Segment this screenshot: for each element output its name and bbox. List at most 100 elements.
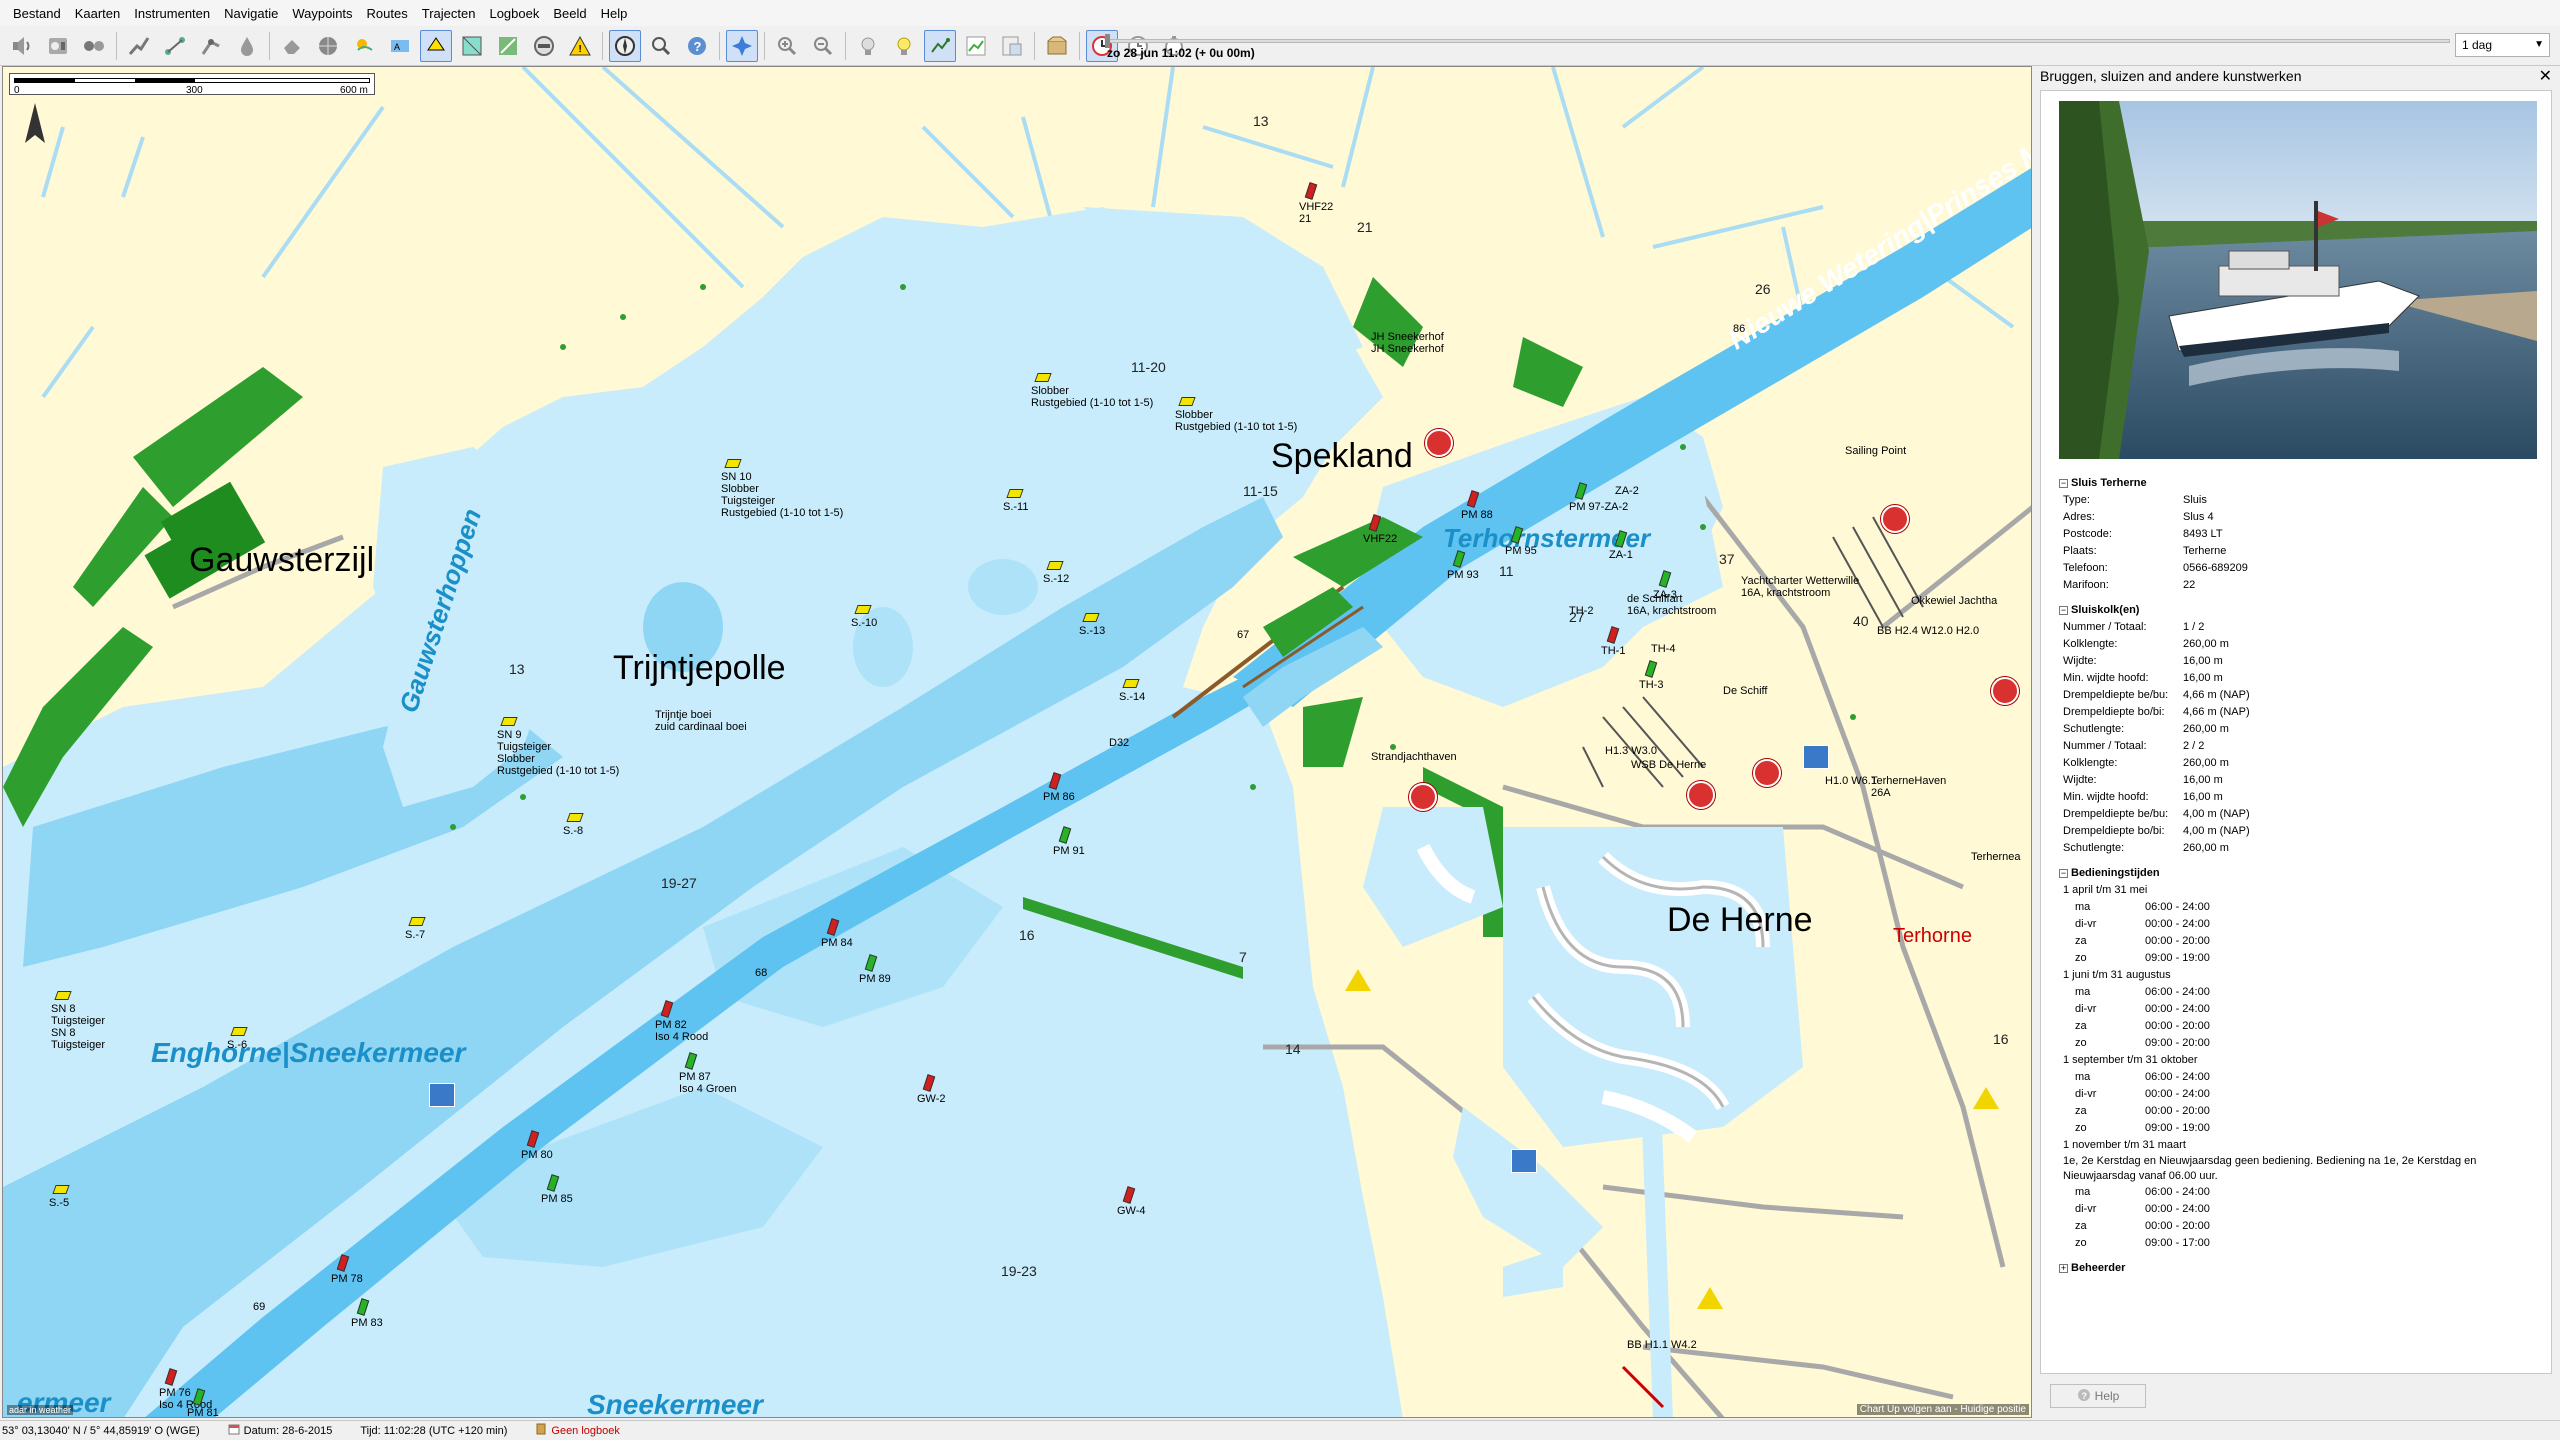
schedule-time: 06:00 - 24:00 bbox=[2145, 1071, 2210, 1083]
waypoint-route-icon[interactable] bbox=[159, 30, 191, 62]
buoy-label-slobber3: SN 10 Slobber Tuigsteiger Rustgebied (1-… bbox=[721, 471, 844, 519]
menu-help[interactable]: Help bbox=[594, 3, 635, 24]
route-edit-icon[interactable] bbox=[195, 30, 227, 62]
export-icon[interactable] bbox=[996, 30, 1028, 62]
radar-toggle-label[interactable]: adar in weather bbox=[7, 1405, 74, 1415]
toolbar-separator bbox=[719, 31, 720, 60]
bulb-icon[interactable] bbox=[888, 30, 920, 62]
nautical-chart[interactable]: 0 300 600 m Gauwsterzijl Trijntjepolle S… bbox=[2, 66, 2032, 1418]
menu-logboek[interactable]: Logboek bbox=[482, 3, 546, 24]
schedule-time: 00:00 - 20:00 bbox=[2145, 1220, 2210, 1232]
help-button[interactable]: ? Help bbox=[2050, 1384, 2146, 1408]
datum-value: Datum: 28-6-2015 bbox=[243, 1424, 333, 1437]
buoy-label-pm83: PM 83 bbox=[351, 1317, 383, 1329]
collapse-icon[interactable]: − bbox=[2059, 869, 2068, 878]
graph-icon[interactable] bbox=[960, 30, 992, 62]
erase-icon[interactable] bbox=[276, 30, 308, 62]
radar-icon[interactable] bbox=[528, 30, 560, 62]
route-icon[interactable] bbox=[123, 30, 155, 62]
menu-routes[interactable]: Routes bbox=[360, 3, 415, 24]
marina-icon[interactable] bbox=[1753, 759, 1781, 787]
marina-icon[interactable] bbox=[1409, 783, 1437, 811]
place-spekland: Spekland bbox=[1271, 437, 1413, 475]
tide-icon[interactable] bbox=[231, 30, 263, 62]
chart-icon[interactable] bbox=[492, 30, 524, 62]
depth-label: 40 bbox=[1853, 613, 1869, 629]
menu-trajecten[interactable]: Trajecten bbox=[415, 3, 483, 24]
info-value: 4,00 m (NAP) bbox=[2183, 825, 2250, 837]
info-value: 4,00 m (NAP) bbox=[2183, 808, 2250, 820]
depth-label: 14 bbox=[1285, 1041, 1301, 1057]
hazard-icon[interactable] bbox=[1973, 1087, 1999, 1109]
buoy-label-th3: TH-3 bbox=[1639, 679, 1664, 691]
schedule-day: ma bbox=[2075, 901, 2091, 913]
menu-bestand[interactable]: Bestand bbox=[6, 3, 68, 24]
section-sluis-title: Sluis Terherne bbox=[2071, 477, 2147, 489]
zoom-icon[interactable] bbox=[645, 30, 677, 62]
light-icon[interactable] bbox=[852, 30, 884, 62]
buoy-label-d32: D32 bbox=[1109, 737, 1130, 749]
buoy-label-h10: H1.0 W6.1 bbox=[1825, 775, 1877, 787]
instruments-icon[interactable] bbox=[42, 30, 74, 62]
menu-beeld[interactable]: Beeld bbox=[546, 3, 593, 24]
close-icon[interactable]: ✕ bbox=[2539, 66, 2552, 86]
slipway-icon[interactable] bbox=[1803, 745, 1829, 769]
marina-icon[interactable] bbox=[1425, 429, 1453, 457]
menu-navigatie[interactable]: Navigatie bbox=[217, 3, 285, 24]
menu-kaarten[interactable]: Kaarten bbox=[68, 3, 128, 24]
section-kolk-header[interactable]: − Sluiskolk(en) bbox=[2059, 602, 2543, 619]
section-beheerder-header[interactable]: + Beheerder bbox=[2059, 1260, 2543, 1277]
globe-icon[interactable] bbox=[312, 30, 344, 62]
slipway-icon[interactable] bbox=[1511, 1149, 1537, 1173]
info-row: Kolklengte: 260,00 m bbox=[2059, 755, 2543, 772]
expand-icon[interactable]: + bbox=[2059, 1264, 2068, 1273]
help-icon[interactable]: ? bbox=[681, 30, 713, 62]
slipway-icon[interactable] bbox=[429, 1083, 455, 1107]
measure-icon[interactable]: A bbox=[384, 30, 416, 62]
section-tijden-header[interactable]: − Bedieningstijden bbox=[2059, 865, 2543, 882]
schedule-row: di-vr 00:00 - 24:00 bbox=[2059, 1001, 2543, 1018]
sound-icon[interactable] bbox=[6, 30, 38, 62]
tracks-icon[interactable] bbox=[78, 30, 110, 62]
info-key: Kolklengte: bbox=[2063, 638, 2118, 650]
buoy-label-c68: 68 bbox=[755, 967, 768, 979]
layers-icon[interactable] bbox=[456, 30, 488, 62]
marina-icon[interactable] bbox=[1687, 781, 1715, 809]
compass-icon[interactable] bbox=[609, 29, 641, 62]
schedule-row: ma 06:00 - 24:00 bbox=[2059, 1069, 2543, 1086]
menu-bar: Bestand Kaarten Instrumenten Navigatie W… bbox=[0, 0, 2560, 26]
schedule-row: di-vr 00:00 - 24:00 bbox=[2059, 1201, 2543, 1218]
schedule-row: zo 09:00 - 17:00 bbox=[2059, 1235, 2543, 1252]
schedule-row: za 00:00 - 20:00 bbox=[2059, 1103, 2543, 1120]
status-logboek[interactable]: Geen logboek bbox=[535, 1423, 620, 1438]
section-sluis-header[interactable]: − Sluis Terherne bbox=[2059, 475, 2543, 492]
ais-icon[interactable] bbox=[420, 29, 452, 62]
schedule-row: zo 09:00 - 20:00 bbox=[2059, 1035, 2543, 1052]
schedule-row: di-vr 00:00 - 24:00 bbox=[2059, 916, 2543, 933]
hazard-icon[interactable] bbox=[1697, 1287, 1723, 1309]
schedule-time: 00:00 - 20:00 bbox=[2145, 935, 2210, 947]
buoy-label-pm85: PM 85 bbox=[541, 1193, 573, 1205]
menu-instrumenten[interactable]: Instrumenten bbox=[127, 3, 217, 24]
schedule-day: ma bbox=[2075, 1071, 2091, 1083]
period-select[interactable]: 1 dag ▼ bbox=[2455, 33, 2550, 57]
zoom-in-icon[interactable] bbox=[771, 30, 803, 62]
navigation-icon[interactable] bbox=[726, 29, 758, 62]
collapse-icon[interactable]: − bbox=[2059, 479, 2068, 488]
hazard-icon[interactable] bbox=[1345, 969, 1371, 991]
place-de-herne: De Herne bbox=[1667, 901, 1813, 939]
status-datum: Datum: 28-6-2015 bbox=[228, 1423, 333, 1438]
collapse-icon[interactable]: − bbox=[2059, 606, 2068, 615]
weather-icon[interactable] bbox=[348, 30, 380, 62]
menu-waypoints[interactable]: Waypoints bbox=[285, 3, 359, 24]
scale-seg bbox=[15, 79, 75, 82]
warning-icon[interactable]: ! bbox=[564, 30, 596, 62]
zoom-out-icon[interactable] bbox=[807, 30, 839, 62]
buoy-label-sn8: SN 8 Tuigsteiger SN 8 Tuigsteiger bbox=[51, 1003, 106, 1051]
package-icon[interactable] bbox=[1041, 30, 1073, 62]
time-slider[interactable] bbox=[1105, 34, 2450, 48]
marina-icon[interactable] bbox=[1991, 677, 2019, 705]
section-kolk-title: Sluiskolk(en) bbox=[2071, 604, 2140, 616]
track-icon[interactable] bbox=[924, 29, 956, 62]
marina-icon[interactable] bbox=[1881, 505, 1909, 533]
